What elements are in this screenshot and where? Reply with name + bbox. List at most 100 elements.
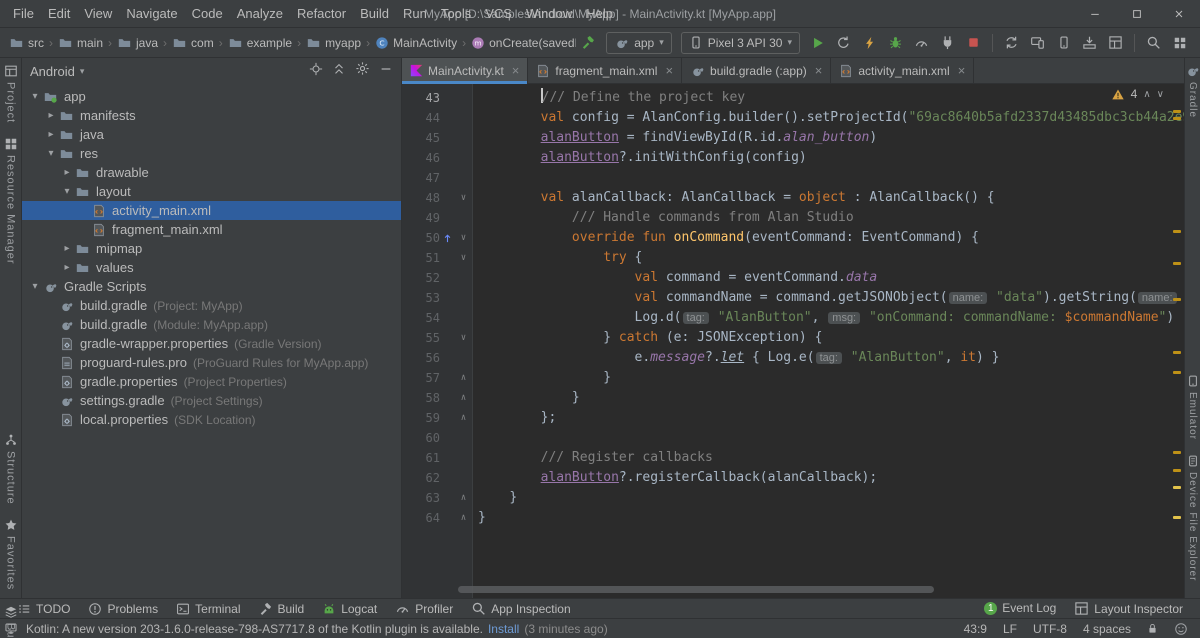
tree-item-gradle-properties-project-properties[interactable]: gradle.properties(Project Properties) — [22, 372, 401, 391]
tree-item-fragment-main-xml[interactable]: fragment_main.xml — [22, 220, 401, 239]
tree-item-app[interactable]: ▾app — [22, 87, 401, 106]
breadcrumb-com[interactable]: com — [171, 36, 215, 50]
caret-position[interactable]: 43:9 — [964, 622, 987, 636]
chevron-right-icon[interactable]: ▸ — [60, 262, 74, 273]
code-line-60[interactable]: 60 — [402, 428, 1184, 448]
collapse-all-button[interactable] — [332, 62, 346, 81]
warning-mark[interactable] — [1173, 230, 1181, 233]
search-button[interactable] — [1141, 31, 1166, 55]
horizontal-scrollbar[interactable] — [458, 586, 934, 593]
override-marker-icon[interactable] — [440, 228, 454, 248]
sync-gradle-button[interactable] — [999, 31, 1024, 55]
indent-setting[interactable]: 4 spaces — [1083, 622, 1131, 636]
tab-fragment-main-xml[interactable]: fragment_main.xml× — [528, 58, 682, 83]
chevron-down-icon[interactable]: ▾ — [44, 148, 58, 159]
code-line-61[interactable]: 61 /// Register callbacks — [402, 448, 1184, 468]
code-line-47[interactable]: 47 — [402, 168, 1184, 188]
chevron-right-icon[interactable]: ▸ — [44, 110, 58, 121]
tree-item-gradle-scripts[interactable]: ▾Gradle Scripts — [22, 277, 401, 296]
device-selector[interactable]: Pixel 3 API 30▾ — [681, 32, 800, 54]
menu-vcs[interactable]: VCS — [478, 0, 519, 27]
apply-code-changes-button[interactable] — [857, 31, 882, 55]
fold-down-icon[interactable]: ∨ — [454, 328, 473, 348]
fold-up-icon[interactable]: ∧ — [454, 508, 473, 528]
tree-item-build-gradle-project-myapp[interactable]: build.gradle(Project: MyApp) — [22, 296, 401, 315]
warning-mark[interactable] — [1173, 451, 1181, 454]
toolwindow-toggle-icon[interactable] — [4, 622, 18, 635]
fold-down-icon[interactable]: ∨ — [454, 188, 473, 208]
fold-up-icon[interactable]: ∧ — [454, 408, 473, 428]
maximize-button[interactable] — [1116, 0, 1158, 27]
toolwindow-project[interactable]: Project — [4, 64, 18, 123]
minimize-button[interactable] — [1074, 0, 1116, 27]
tree-item-activity-main-xml[interactable]: activity_main.xml — [22, 201, 401, 220]
fold-up-icon[interactable]: ∧ — [454, 368, 473, 388]
tree-item-drawable[interactable]: ▸drawable — [22, 163, 401, 182]
menu-edit[interactable]: Edit — [41, 0, 77, 27]
editor[interactable]: 43 /// Define the project key44 val conf… — [402, 84, 1184, 598]
menu-analyze[interactable]: Analyze — [230, 0, 290, 27]
code-line-50[interactable]: 50∨ override fun onCommand(eventCommand:… — [402, 228, 1184, 248]
warning-mark[interactable] — [1173, 516, 1181, 519]
sdk-manager-button[interactable] — [1077, 31, 1102, 55]
code-line-51[interactable]: 51∨ try { — [402, 248, 1184, 268]
toolwindow-todo[interactable]: TODO — [8, 599, 79, 618]
code-line-52[interactable]: 52 val command = eventCommand.data — [402, 268, 1184, 288]
toolwindow-build[interactable]: Build — [250, 599, 314, 618]
prev-issue-icon[interactable]: ∧ — [1143, 89, 1150, 100]
code-line-55[interactable]: 55∨ } catch (e: JSONException) { — [402, 328, 1184, 348]
fold-up-icon[interactable]: ∧ — [454, 388, 473, 408]
hide-button[interactable] — [379, 62, 393, 81]
breadcrumb-src[interactable]: src — [8, 36, 45, 50]
tree-item-settings-gradle-project-settings[interactable]: settings.gradle(Project Settings) — [22, 391, 401, 410]
debug-button[interactable] — [883, 31, 908, 55]
warning-mark[interactable] — [1173, 351, 1181, 354]
chevron-right-icon[interactable]: ▸ — [60, 167, 74, 178]
warning-mark[interactable] — [1173, 486, 1181, 489]
code-line-63[interactable]: 63∧ } — [402, 488, 1184, 508]
code-line-46[interactable]: 46 alanButton?.initWithConfig(config) — [402, 148, 1184, 168]
toolwindow-resource-manager[interactable]: Resource Manager — [0, 137, 23, 265]
attach-debugger-button[interactable] — [935, 31, 960, 55]
tree-item-layout[interactable]: ▾layout — [22, 182, 401, 201]
chevron-down-icon[interactable]: ▾ — [28, 281, 42, 292]
code-line-45[interactable]: 45 alanButton = findViewById(R.id.alan_b… — [402, 128, 1184, 148]
avd-manager-button[interactable] — [1025, 31, 1050, 55]
menu-tools[interactable]: Tools — [434, 0, 478, 27]
code-line-56[interactable]: 56 e.message?.let { Log.e(tag: "AlanButt… — [402, 348, 1184, 368]
install-link[interactable]: Install — [488, 622, 519, 636]
toolwindow-favorites[interactable]: Favorites — [4, 518, 18, 590]
tree-item-values[interactable]: ▸values — [22, 258, 401, 277]
warning-mark[interactable] — [1173, 262, 1181, 265]
chevron-down-icon[interactable]: ▾ — [28, 91, 42, 102]
error-stripe[interactable] — [1170, 84, 1184, 598]
toolwindow-structure[interactable]: Structure — [4, 433, 18, 505]
code-line-44[interactable]: 44 val config = AlanConfig.builder().set… — [402, 108, 1184, 128]
close-tab-icon[interactable]: × — [665, 63, 673, 78]
menu-file[interactable]: File — [6, 0, 41, 27]
breadcrumb-mainactivity[interactable]: CMainActivity — [374, 36, 458, 50]
file-encoding[interactable]: UTF-8 — [1033, 622, 1067, 636]
tree-item-manifests[interactable]: ▸manifests — [22, 106, 401, 125]
tab-build-gradle-app[interactable]: build.gradle (:app)× — [682, 58, 831, 83]
settings-button[interactable] — [355, 61, 370, 81]
menu-run[interactable]: Run — [396, 0, 434, 27]
toolwindow-app-inspection[interactable]: App Inspection — [462, 599, 579, 618]
toolwindow-gradle[interactable]: Gradle — [1185, 64, 1200, 118]
code-line-54[interactable]: 54 Log.d(tag: "AlanButton", msg: "onComm… — [402, 308, 1184, 328]
device-manager-button[interactable] — [1051, 31, 1076, 55]
toolwindow-profiler[interactable]: Profiler — [386, 599, 462, 618]
toolwindow-layout-inspector[interactable]: Layout Inspector — [1065, 601, 1192, 616]
menu-view[interactable]: View — [77, 0, 119, 27]
toolwindow-terminal[interactable]: Terminal — [167, 599, 249, 618]
line-separator[interactable]: LF — [1003, 622, 1017, 636]
code-line-49[interactable]: 49 /// Handle commands from Alan Studio — [402, 208, 1184, 228]
code-line-57[interactable]: 57∧ } — [402, 368, 1184, 388]
toolwindow-event-log[interactable]: 1Event Log — [975, 601, 1065, 615]
tree-item-gradle-wrapper-properties-gradle-version[interactable]: gradle-wrapper.properties(Gradle Version… — [22, 334, 401, 353]
warning-mark[interactable] — [1173, 469, 1181, 472]
status-indicator-icon[interactable] — [1174, 622, 1188, 636]
tree-item-res[interactable]: ▾res — [22, 144, 401, 163]
tree-item-build-gradle-module-myapp-app[interactable]: build.gradle(Module: MyApp.app) — [22, 315, 401, 334]
code-line-43[interactable]: 43 /// Define the project key — [402, 88, 1184, 108]
